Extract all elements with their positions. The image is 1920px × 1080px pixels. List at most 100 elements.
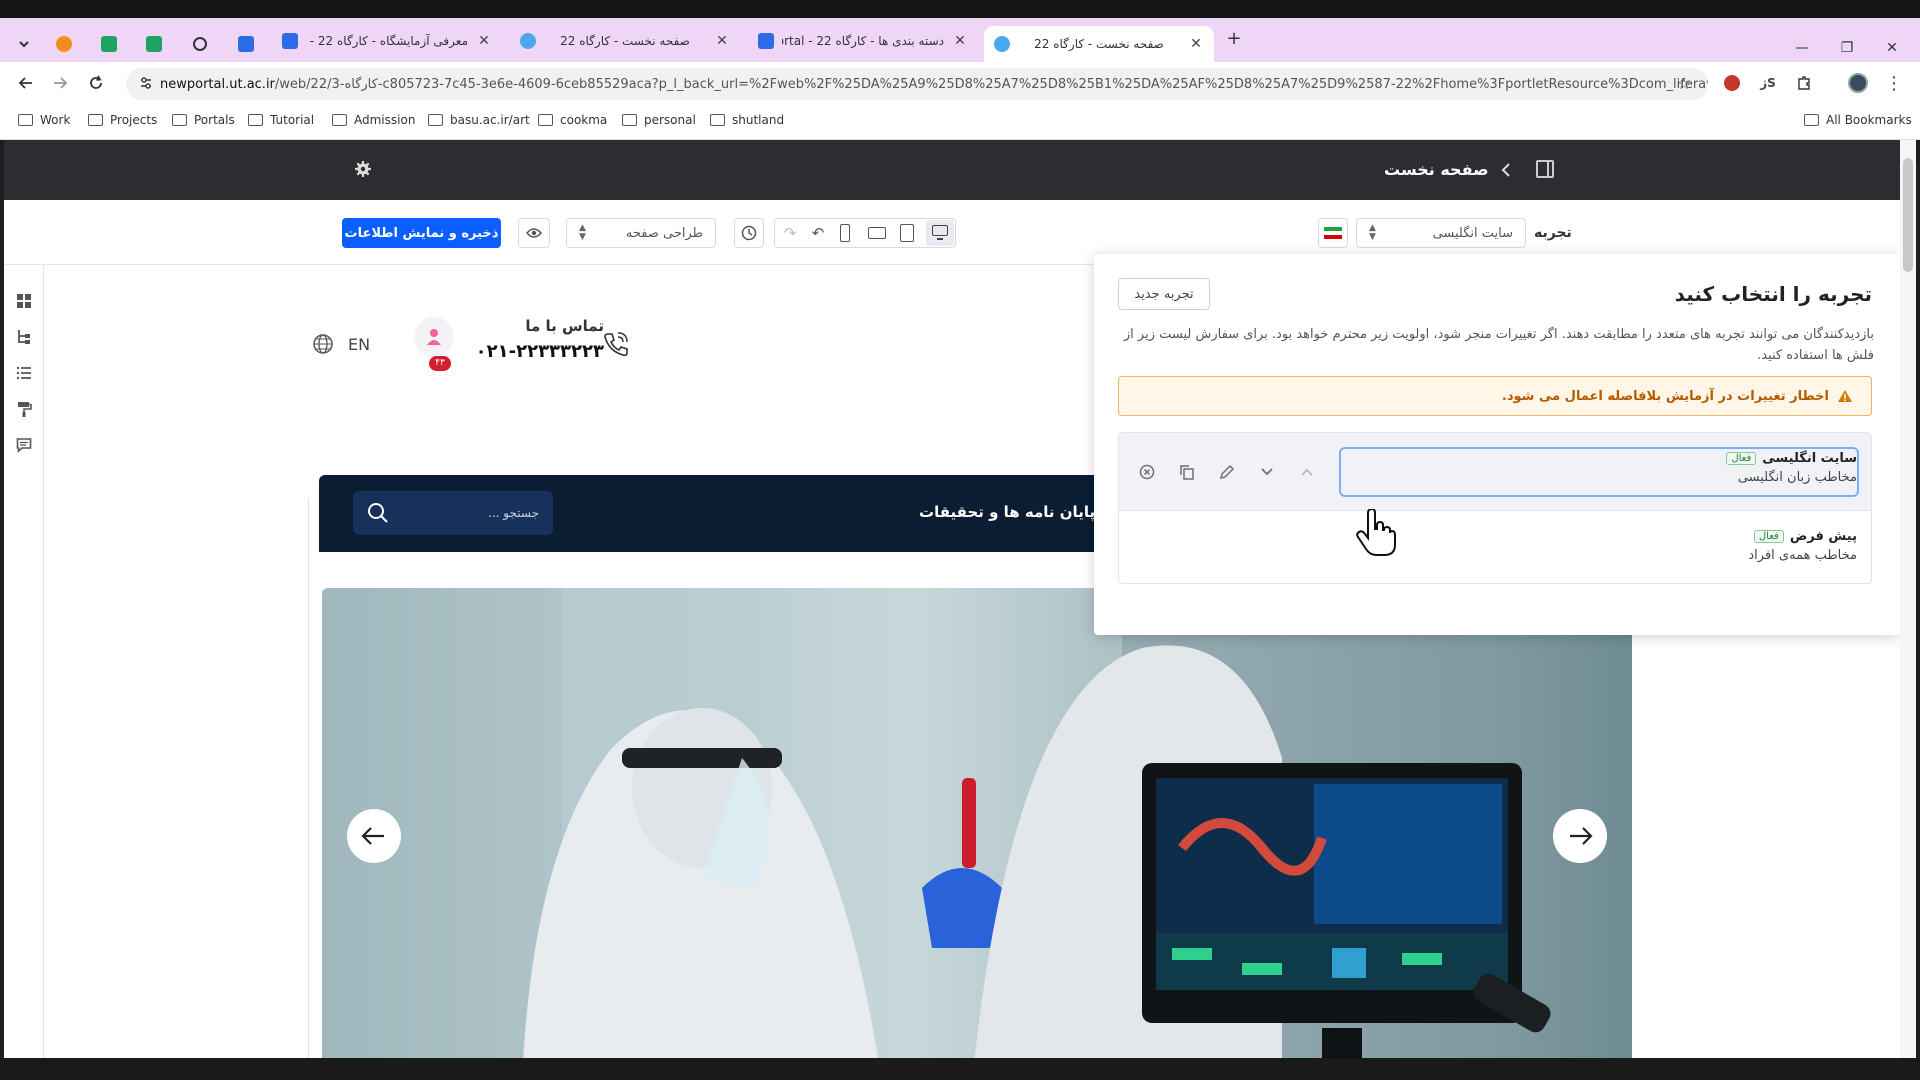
sidebar-toggle-icon[interactable] xyxy=(1536,160,1554,178)
paint-roller-icon[interactable] xyxy=(16,401,32,417)
user-avatar-button[interactable] xyxy=(414,317,454,357)
hero-slider xyxy=(322,588,1632,1058)
extension-icon-1[interactable] xyxy=(1720,71,1744,95)
experience-item-active[interactable]: سایت انگلیسی فعال مخاطب زبان انگلیسی xyxy=(1119,433,1871,511)
bookmark-folder[interactable]: shutland xyxy=(710,113,784,127)
back-chevron-button[interactable] xyxy=(1500,162,1512,178)
page-scrollbar[interactable] xyxy=(1900,140,1916,1058)
extension-icon-2[interactable]: ژ‌S xyxy=(1756,71,1780,95)
site-icon xyxy=(758,32,774,49)
page-title: صفحه نخست xyxy=(1384,160,1489,179)
nav-item[interactable]: پایان نامه ها و تحقیقات xyxy=(919,503,1095,521)
eye-icon xyxy=(526,228,542,238)
address-bar[interactable]: newportal.ut.ac.ir/web/22/3-کارگاه-c8057… xyxy=(126,68,1708,100)
slider-next-button[interactable] xyxy=(1566,824,1594,848)
kebab-menu-icon[interactable]: ⋮ xyxy=(1882,71,1906,95)
chevron-up-icon xyxy=(1301,468,1313,476)
language-switcher[interactable]: EN xyxy=(312,333,370,355)
sheets-icon xyxy=(146,36,162,52)
move-down-button[interactable] xyxy=(1255,460,1279,484)
chevron-down-icon xyxy=(19,41,29,48)
settings-button[interactable] xyxy=(354,160,372,178)
search-box[interactable]: جستجو ... xyxy=(353,491,553,535)
mobile-landscape-icon[interactable] xyxy=(868,227,886,239)
experience-item-default[interactable]: پیش فرض فعال مخاطب همه‌ی افراد xyxy=(1748,529,1857,563)
bookmark-folder[interactable]: personal xyxy=(622,113,696,127)
mobile-portrait-icon[interactable] xyxy=(840,224,850,242)
close-icon[interactable]: ✕ xyxy=(1188,36,1204,52)
phone-number[interactable]: ۰۲۱-۲۲۳۳۳۲۲۳ xyxy=(474,341,604,362)
tab-1[interactable]: معرفی آزمایشگاه - کارگاه 22 - tal ✕ xyxy=(272,23,502,58)
duplicate-button[interactable] xyxy=(1175,460,1199,484)
tab-2[interactable]: صفحه نخست - کارگاه 22 ✕ xyxy=(510,23,740,58)
pinned-tab-2[interactable] xyxy=(95,30,123,58)
bookmark-folder[interactable]: Projects xyxy=(88,113,157,127)
bookmark-folder[interactable]: basu.ac.ir/art xyxy=(428,113,530,127)
history-button[interactable] xyxy=(734,218,764,248)
experience-item-text: سایت انگلیسی فعال مخاطب زبان انگلیسی xyxy=(1726,451,1857,485)
publish-button[interactable]: ذخیره و نمایش اطلاعات xyxy=(342,218,501,248)
design-select-value: طراحی صفحه xyxy=(625,225,703,241)
experience-label: تجربه xyxy=(1534,225,1572,241)
comments-icon[interactable] xyxy=(16,437,32,453)
close-window-button[interactable]: ✕ xyxy=(1880,40,1904,60)
left-sidebar-rail xyxy=(4,265,44,1058)
scrollbar-thumb[interactable] xyxy=(1903,158,1913,272)
select-caret-icon: ▲ ▼ xyxy=(579,223,586,242)
experience-select[interactable]: سایت انگلیسی ▲ ▼ xyxy=(1356,218,1526,248)
back-button[interactable] xyxy=(14,71,38,95)
bookmarks-bar: Work Projects Portals Tutorial Admission… xyxy=(0,104,1920,140)
bookmark-folder[interactable]: Admission xyxy=(332,113,415,127)
bookmark-folder[interactable]: Portals xyxy=(172,113,235,127)
forward-button[interactable] xyxy=(48,71,72,95)
slider-prev-button[interactable] xyxy=(360,824,388,848)
move-up-button[interactable] xyxy=(1295,460,1319,484)
profile-avatar[interactable] xyxy=(1846,71,1870,95)
puzzle-icon[interactable] xyxy=(1792,71,1816,95)
design-select[interactable]: طراحی صفحه ▲ ▼ xyxy=(566,218,716,248)
tab-search-button[interactable] xyxy=(10,30,38,58)
bookmark-folder[interactable]: cookma xyxy=(538,113,607,127)
window-top-strip xyxy=(0,0,1920,18)
language-flag-button[interactable] xyxy=(1318,218,1348,248)
pinned-tab-3[interactable] xyxy=(140,30,168,58)
tablet-icon[interactable] xyxy=(900,224,914,242)
delete-button[interactable] xyxy=(1135,460,1159,484)
fragments-icon[interactable] xyxy=(16,293,32,309)
pinned-tab-1[interactable] xyxy=(50,30,78,58)
folder-icon xyxy=(332,114,347,126)
restore-button[interactable]: ❐ xyxy=(1835,40,1859,60)
openai-icon xyxy=(193,37,207,51)
list-icon[interactable] xyxy=(16,365,32,381)
close-icon[interactable]: ✕ xyxy=(714,33,730,49)
desktop-view-button[interactable] xyxy=(926,220,954,246)
popover-description: بازدیدکنندگان می توانند تجربه های متعدد … xyxy=(1123,327,1874,363)
globe-icon xyxy=(313,334,333,354)
minimize-button[interactable]: — xyxy=(1790,40,1814,60)
tab-4-active[interactable]: صفحه نخست - کارگاه 22 ✕ xyxy=(984,26,1214,62)
new-experience-button[interactable]: تجربه جدید xyxy=(1118,278,1210,310)
site-info-icon[interactable] xyxy=(134,71,158,95)
bookmark-folder[interactable]: Work xyxy=(18,113,70,127)
new-tab-button[interactable]: + xyxy=(1222,28,1246,49)
tab-3[interactable]: دسته بندی ها - کارگاه 22 - Portal ✕ xyxy=(748,23,978,58)
close-icon[interactable]: ✕ xyxy=(476,33,492,49)
sheets-icon xyxy=(101,36,117,52)
pinned-tab-5[interactable] xyxy=(232,30,260,58)
redo-icon[interactable]: ↷ xyxy=(780,224,800,244)
warning-icon xyxy=(1838,390,1852,402)
popover-title: تجربه را انتخاب کنید xyxy=(1674,282,1872,306)
undo-icon[interactable]: ↶ xyxy=(808,224,828,244)
pinned-tab-4[interactable] xyxy=(186,30,214,58)
arrow-left-icon xyxy=(361,827,384,845)
all-bookmarks[interactable]: All Bookmarks xyxy=(1804,113,1912,127)
star-icon[interactable]: ☆ xyxy=(1672,71,1696,95)
edit-button[interactable] xyxy=(1215,460,1239,484)
folder-icon xyxy=(88,114,103,126)
bookmark-folder[interactable]: Tutorial xyxy=(248,113,314,127)
user-icon xyxy=(427,329,441,345)
close-icon[interactable]: ✕ xyxy=(952,33,968,49)
reload-button[interactable] xyxy=(84,71,108,95)
preview-button[interactable] xyxy=(518,218,550,248)
page-structure-icon[interactable] xyxy=(16,329,32,345)
